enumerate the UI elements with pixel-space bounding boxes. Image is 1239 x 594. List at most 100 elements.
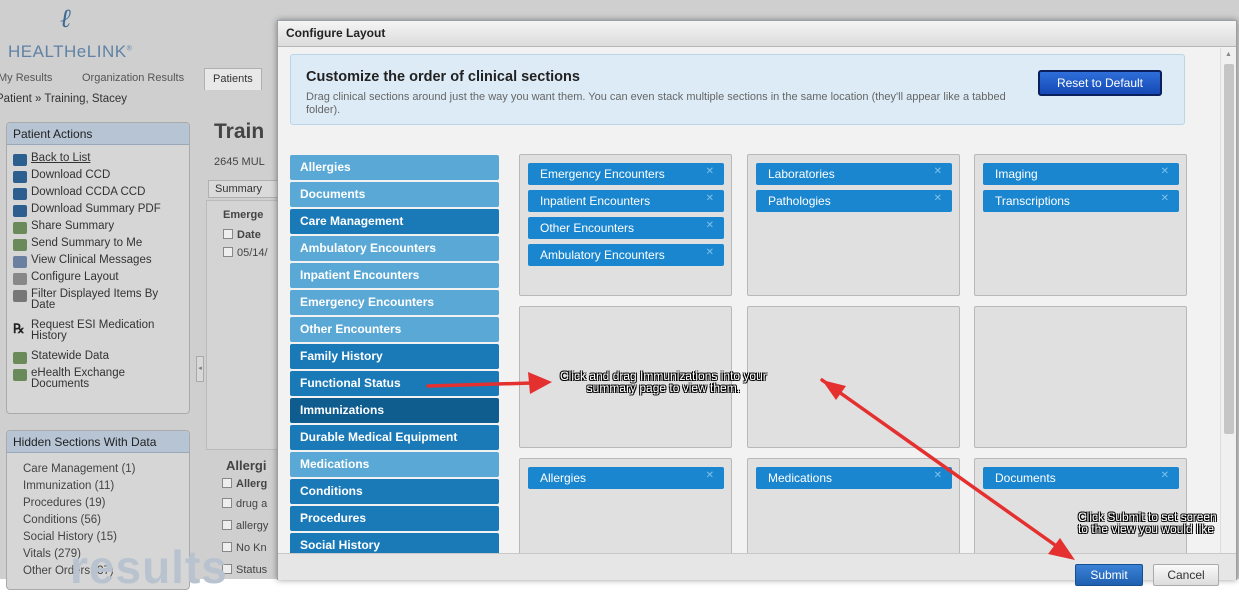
statewide-icon: [13, 352, 27, 364]
section-list-item[interactable]: Care Management: [290, 209, 499, 234]
section-list-item[interactable]: Family History: [290, 344, 499, 369]
allergy-cell: allergy: [236, 520, 269, 532]
section-list-item[interactable]: Allergies: [290, 155, 499, 180]
section-list-item[interactable]: Medications: [290, 452, 499, 477]
patient-action-item[interactable]: Filter Displayed Items By Date: [13, 288, 181, 311]
layout-section-chip[interactable]: Medications ✕: [756, 467, 952, 489]
allergy-row-checkbox[interactable]: [222, 498, 232, 508]
download-icon: [13, 205, 27, 217]
patient-action-item[interactable]: ℞ Request ESI Medication History: [13, 319, 181, 342]
layout-section-chip[interactable]: Imaging ✕: [983, 163, 1179, 185]
section-list-item[interactable]: Procedures: [290, 506, 499, 531]
section-list-item[interactable]: Emergency Encounters: [290, 290, 499, 315]
hidden-section-item[interactable]: Procedures (19): [23, 497, 105, 509]
instructions-banner: Customize the order of clinical sections…: [290, 54, 1185, 125]
layout-drop-zone[interactable]: Laboratories ✕ Pathologies ✕: [747, 154, 960, 296]
immunizations-callout-line2: summary page to view them.: [586, 381, 741, 395]
submit-button[interactable]: Submit: [1075, 564, 1143, 586]
section-list-item[interactable]: Durable Medical Equipment: [290, 425, 499, 450]
layout-drop-zone[interactable]: Imaging ✕ Transcriptions ✕: [974, 154, 1187, 296]
remove-chip-icon[interactable]: ✕: [934, 470, 942, 481]
remove-chip-icon[interactable]: ✕: [1161, 470, 1169, 481]
layout-section-chip[interactable]: Allergies ✕: [528, 467, 724, 489]
layout-drop-zone[interactable]: [974, 306, 1187, 448]
dialog-title: Configure Layout: [278, 21, 1236, 47]
patient-action-item[interactable]: Back to List: [13, 152, 181, 166]
patient-action-item[interactable]: Download CCDA CCD: [13, 186, 181, 200]
row-checkbox[interactable]: [223, 247, 233, 257]
remove-chip-icon[interactable]: ✕: [1161, 166, 1169, 177]
layout-section-chip[interactable]: Transcriptions ✕: [983, 190, 1179, 212]
nav-organization-results[interactable]: Organization Results: [82, 72, 184, 84]
section-list-item[interactable]: Other Encounters: [290, 317, 499, 342]
banner-heading: Customize the order of clinical sections: [306, 69, 580, 85]
layout-section-chip[interactable]: Laboratories ✕: [756, 163, 952, 185]
remove-chip-icon[interactable]: ✕: [934, 166, 942, 177]
patient-action-label: Share Summary: [31, 220, 115, 232]
back-arrow-icon: [13, 154, 27, 166]
remove-chip-icon[interactable]: ✕: [706, 247, 714, 258]
section-list-item[interactable]: Ambulatory Encounters: [290, 236, 499, 261]
hidden-section-item[interactable]: Immunization (11): [23, 480, 114, 492]
chip-label: Medications: [768, 471, 833, 485]
hidden-section-item[interactable]: Conditions (56): [23, 514, 101, 526]
remove-chip-icon[interactable]: ✕: [706, 220, 714, 231]
share-icon: [13, 222, 27, 234]
patient-action-item[interactable]: eHealth Exchange Documents: [13, 367, 181, 390]
hidden-section-item[interactable]: Care Management (1): [23, 463, 136, 475]
section-list-item[interactable]: Social History: [290, 533, 499, 553]
layout-drop-zone[interactable]: Emergency Encounters ✕ Inpatient Encounter…: [519, 154, 732, 296]
nav-my-results[interactable]: My Results: [0, 72, 52, 84]
remove-chip-icon[interactable]: ✕: [706, 470, 714, 481]
reset-to-default-button[interactable]: Reset to Default: [1038, 70, 1162, 96]
layout-section-chip[interactable]: Ambulatory Encounters ✕: [528, 244, 724, 266]
scrollbar-thumb[interactable]: [1224, 64, 1234, 434]
cancel-button[interactable]: Cancel: [1153, 564, 1219, 586]
patient-action-item[interactable]: Configure Layout: [13, 271, 181, 285]
layout-section-chip[interactable]: Pathologies ✕: [756, 190, 952, 212]
patient-actions-panel: Patient Actions Back to List Download CCD…: [6, 122, 190, 414]
layout-drop-zone[interactable]: Medications ✕: [747, 458, 960, 553]
section-list-item[interactable]: Documents: [290, 182, 499, 207]
select-all-checkbox[interactable]: [223, 229, 233, 239]
allergy-select-all-checkbox[interactable]: [222, 478, 232, 488]
dialog-scrollbar[interactable]: ▲: [1220, 48, 1236, 553]
patient-action-item[interactable]: View Clinical Messages: [13, 254, 181, 268]
send-icon: [13, 239, 27, 251]
layout-section-chip[interactable]: Emergency Encounters ✕: [528, 163, 724, 185]
banner-description: Drag clinical sections around just the w…: [306, 91, 1006, 116]
calendar-icon: [13, 290, 27, 302]
scroll-up-arrow-icon[interactable]: ▲: [1225, 51, 1232, 58]
section-list-item[interactable]: Inpatient Encounters: [290, 263, 499, 288]
patient-action-item[interactable]: Statewide Data: [13, 350, 181, 364]
allergy-row-checkbox[interactable]: [222, 520, 232, 530]
layout-section-chip[interactable]: Documents ✕: [983, 467, 1179, 489]
remove-chip-icon[interactable]: ✕: [1161, 193, 1169, 204]
layout-section-chip[interactable]: Other Encounters ✕: [528, 217, 724, 239]
layout-drop-zone[interactable]: Allergies ✕: [519, 458, 732, 553]
patient-action-item[interactable]: Download Summary PDF: [13, 203, 181, 217]
remove-chip-icon[interactable]: ✕: [706, 166, 714, 177]
nav-patients-tab[interactable]: Patients: [204, 68, 262, 90]
patient-action-item[interactable]: Share Summary: [13, 220, 181, 234]
download-icon: [13, 171, 27, 183]
hidden-sections-title: Hidden Sections With Data: [7, 431, 189, 453]
collapse-sidebar-handle[interactable]: ◂: [196, 356, 204, 382]
layout-section-chip[interactable]: Inpatient Encounters ✕: [528, 190, 724, 212]
remove-chip-icon[interactable]: ✕: [706, 193, 714, 204]
patient-action-item[interactable]: Download CCD: [13, 169, 181, 183]
section-list-item[interactable]: Immunizations: [290, 398, 499, 423]
patient-action-item[interactable]: Send Summary to Me: [13, 237, 181, 251]
section-list-item[interactable]: Conditions: [290, 479, 499, 504]
rx-icon: ℞: [13, 321, 25, 336]
chip-label: Documents: [995, 471, 1056, 485]
date-column-header: Date: [237, 229, 261, 241]
section-list-item[interactable]: Functional Status: [290, 371, 499, 396]
remove-chip-icon[interactable]: ✕: [934, 193, 942, 204]
layout-drop-zone[interactable]: Documents ✕: [974, 458, 1187, 553]
logo-brand-text: HEALTHeLINK: [8, 42, 127, 61]
summary-tab[interactable]: Summary: [208, 180, 284, 198]
allergy-cell: drug a: [236, 498, 268, 510]
layout-drop-zone[interactable]: [747, 306, 960, 448]
patient-action-label: Request ESI Medication History: [31, 319, 155, 342]
